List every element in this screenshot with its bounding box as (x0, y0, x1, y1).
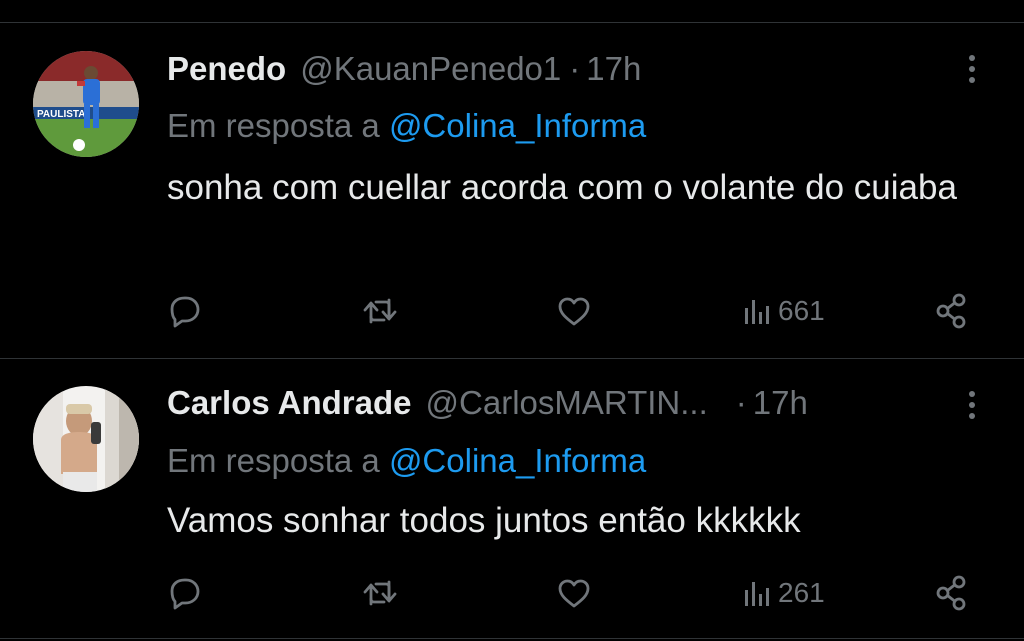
views-icon (745, 300, 769, 324)
reply-mention-link[interactable]: @Colina_Informa (389, 107, 646, 144)
timestamp[interactable]: 17h (753, 384, 808, 422)
more-options-button[interactable] (960, 383, 984, 427)
reply-context: Em resposta a @Colina_Informa (167, 107, 646, 145)
user-handle[interactable]: @KauanPenedo1 (300, 50, 561, 88)
views-stat[interactable]: 261 (742, 571, 825, 615)
share-button[interactable] (930, 289, 974, 333)
bottom-divider (0, 638, 1024, 639)
action-bar: 261 (0, 571, 1024, 615)
reply-context: Em resposta a @Colina_Informa (167, 442, 646, 480)
like-icon (558, 579, 590, 608)
tweet[interactable]: Carlos Andrade @CarlosMARTIN... · 17h Em… (0, 359, 1024, 641)
display-name[interactable]: Carlos Andrade (167, 384, 412, 422)
reply-icon (170, 578, 200, 610)
tweet-text: Vamos sonhar todos juntos então kkkkkk (167, 501, 801, 540)
reply-prefix: Em resposta a (167, 442, 380, 479)
avatar[interactable]: PAULISTA (33, 51, 139, 157)
reply-prefix: Em resposta a (167, 107, 380, 144)
like-icon (558, 297, 590, 326)
timestamp[interactable]: 17h (586, 50, 641, 88)
views-stat[interactable]: 661 (742, 289, 825, 333)
separator-dot: · (569, 50, 581, 87)
separator-dot: · (735, 384, 747, 421)
reply-button[interactable] (163, 571, 207, 615)
reply-mention-link[interactable]: @Colina_Informa (389, 442, 646, 479)
view-count: 261 (778, 577, 825, 608)
display-name[interactable]: Penedo (167, 50, 286, 88)
tweet-header: Penedo @KauanPenedo1 · 17h (167, 47, 984, 91)
retweet-button[interactable] (358, 571, 402, 615)
views-icon (745, 582, 769, 606)
tweet-header: Carlos Andrade @CarlosMARTIN... · 17h (167, 381, 984, 425)
share-icon (936, 293, 966, 329)
reply-button[interactable] (163, 289, 207, 333)
retweet-icon (363, 298, 397, 324)
view-count: 661 (778, 295, 825, 326)
like-button[interactable] (552, 289, 596, 333)
more-options-button[interactable] (960, 47, 984, 91)
tweet-text: sonha com cuellar acorda com o volante d… (167, 168, 957, 207)
more-icon (969, 55, 975, 61)
user-handle[interactable]: @CarlosMARTIN... (426, 384, 708, 422)
avatar-banner-text: PAULISTA (37, 109, 86, 120)
avatar[interactable] (33, 386, 139, 492)
more-icon (969, 391, 975, 397)
share-icon (936, 575, 966, 611)
action-bar: 661 (0, 289, 1024, 333)
share-button[interactable] (930, 571, 974, 615)
retweet-button[interactable] (358, 289, 402, 333)
tweet[interactable]: PAULISTA Penedo @KauanPenedo1 · 17h Em r… (0, 23, 1024, 358)
reply-icon (170, 296, 200, 328)
like-button[interactable] (552, 571, 596, 615)
retweet-icon (363, 580, 397, 606)
